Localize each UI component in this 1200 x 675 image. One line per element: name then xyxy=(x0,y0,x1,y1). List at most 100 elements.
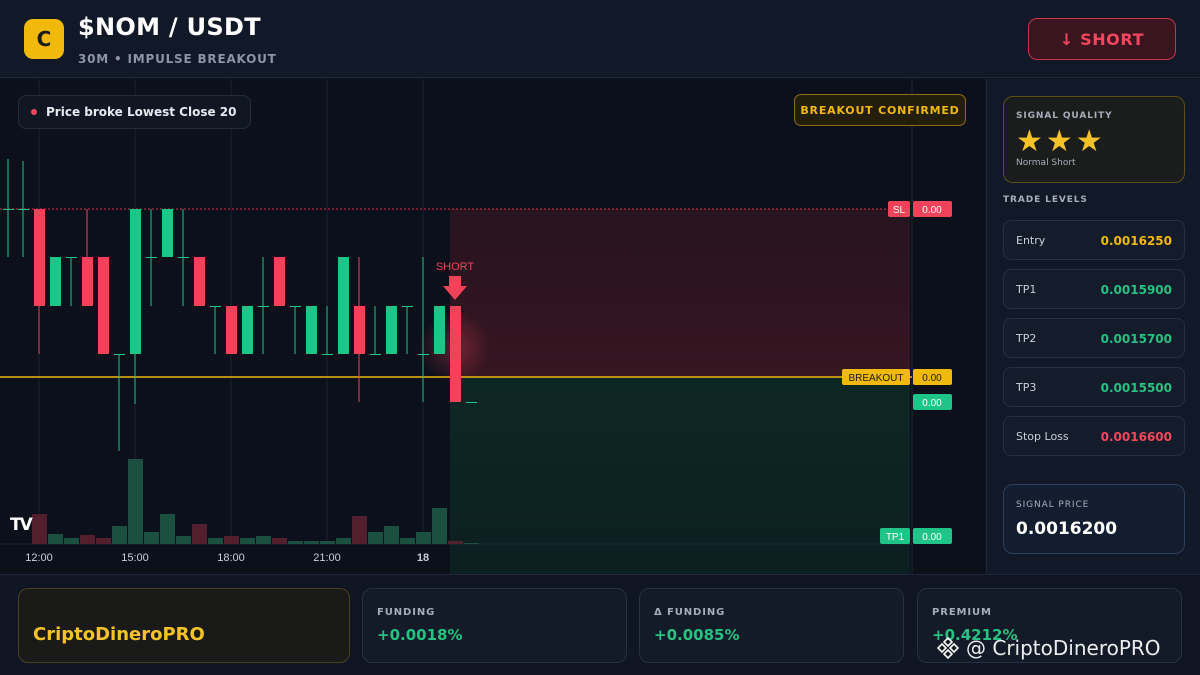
metric-value: +0.0018% xyxy=(377,626,463,644)
volume-bar xyxy=(240,538,255,544)
short-marker-label: SHORT xyxy=(436,261,475,273)
volume-bar xyxy=(128,459,143,544)
coin-logo: C xyxy=(24,19,64,59)
signal-panel: SIGNAL QUALITY ★★★ Normal Short TRADE LE… xyxy=(986,79,1200,574)
candle-body xyxy=(338,257,349,354)
tradingview-logo[interactable]: TV xyxy=(10,515,33,535)
volume-bar xyxy=(416,532,431,544)
status-dot xyxy=(31,109,37,115)
time-label: 18 xyxy=(417,552,429,564)
level-value: 0.0016600 xyxy=(1100,430,1172,444)
candle-body xyxy=(370,354,381,355)
breakout-tag-name: BREAKOUT xyxy=(848,373,903,384)
short-button[interactable]: ↓ SHORT xyxy=(1028,18,1176,60)
volume-bar xyxy=(320,541,335,544)
candle-body xyxy=(450,306,461,402)
candle-body xyxy=(242,306,253,354)
volume-bar xyxy=(32,514,47,544)
level-stop-loss: Stop Loss 0.0016600 xyxy=(1003,416,1185,456)
chart-canvas[interactable]: SHORT SL 0.00 BREAKOUT 0.00 0.00 TP1 0.0… xyxy=(0,79,985,574)
brand-card: CriptoDineroPRO xyxy=(18,588,350,663)
signal-price-value: 0.0016200 xyxy=(1016,519,1118,539)
volume-bar xyxy=(64,538,79,544)
stop-loss-zone xyxy=(450,209,910,377)
delta-funding-card: Δ FUNDING +0.0085% xyxy=(639,588,904,663)
volume-bar xyxy=(192,524,207,544)
volume-bar xyxy=(368,532,383,544)
time-label: 15:00 xyxy=(121,552,149,564)
candle-body xyxy=(290,306,301,307)
candle-body xyxy=(50,257,61,306)
candlesticks xyxy=(3,159,477,451)
candle-body xyxy=(178,257,189,258)
candle-body xyxy=(162,209,173,257)
candle-body xyxy=(466,402,477,403)
price-chart[interactable]: SHORT SL 0.00 BREAKOUT 0.00 0.00 TP1 0.0… xyxy=(0,79,985,574)
funding-card: FUNDING +0.0018% xyxy=(362,588,627,663)
candle-body xyxy=(114,354,125,355)
breakout-tag-value: 0.00 xyxy=(922,373,942,384)
candle-body xyxy=(274,257,285,306)
watermark: @ CriptoDineroPRO xyxy=(936,636,1161,660)
candle-body xyxy=(210,306,221,307)
candle-body xyxy=(354,306,365,354)
candle-body xyxy=(34,209,45,306)
pair-subtitle: 30M • IMPULSE BREAKOUT xyxy=(78,52,277,66)
trade-levels-title: TRADE LEVELS xyxy=(1003,195,1088,205)
candle-body xyxy=(418,354,429,355)
signal-reason-text: Price broke Lowest Close 20 xyxy=(46,105,237,119)
volume-bar xyxy=(176,536,191,544)
pair-title: $NOM / USDT xyxy=(78,13,261,41)
time-label: 18:00 xyxy=(217,552,245,564)
volume-bar xyxy=(208,538,223,544)
candle-body xyxy=(66,257,77,258)
metric-label: FUNDING xyxy=(377,607,436,618)
breakout-confirmed-badge: BREAKOUT CONFIRMED xyxy=(794,94,966,126)
signal-price-card: SIGNAL PRICE 0.0016200 xyxy=(1003,484,1185,554)
candle-body xyxy=(3,209,14,210)
sl-tag-name: SL xyxy=(893,205,906,216)
candle-body xyxy=(98,257,109,354)
last-price-tag: 0.00 xyxy=(922,398,942,409)
volume-bar xyxy=(384,526,399,544)
volume-bar xyxy=(144,532,159,544)
signal-price-label: SIGNAL PRICE xyxy=(1016,500,1090,510)
volume-bar xyxy=(80,535,95,544)
volume-bar xyxy=(224,536,239,544)
volume-bar xyxy=(288,541,303,544)
signal-quality-card: SIGNAL QUALITY ★★★ Normal Short xyxy=(1003,96,1185,183)
time-axis-labels: 12:00 15:00 18:00 21:00 18 xyxy=(25,552,429,564)
level-value: 0.0015500 xyxy=(1100,381,1172,395)
level-value: 0.0015700 xyxy=(1100,332,1172,346)
signal-quality-label: SIGNAL QUALITY xyxy=(1016,111,1113,121)
volume-bar xyxy=(400,538,415,544)
time-label: 12:00 xyxy=(25,552,53,564)
candle-body xyxy=(306,306,317,354)
star-rating-icons: ★★★ xyxy=(1016,124,1106,159)
level-value: 0.0016250 xyxy=(1100,234,1172,248)
signal-quality-sub: Normal Short xyxy=(1016,158,1076,168)
candle-body xyxy=(402,306,413,307)
tp1-tag-name: TP1 xyxy=(886,532,905,543)
volume-bar xyxy=(160,514,175,544)
sl-tag-value: 0.00 xyxy=(922,205,942,216)
header-bar: C $NOM / USDT 30M • IMPULSE BREAKOUT ↓ S… xyxy=(0,0,1200,78)
signal-reason-pill: Price broke Lowest Close 20 xyxy=(18,95,252,129)
volume-bar xyxy=(432,508,447,544)
candle-body xyxy=(82,257,93,306)
level-name: TP2 xyxy=(1016,332,1037,345)
volume-bar xyxy=(256,536,271,544)
candle-body xyxy=(258,306,269,307)
candle-body xyxy=(386,306,397,354)
level-name: TP1 xyxy=(1016,283,1037,296)
metric-value: +0.0085% xyxy=(654,626,740,644)
candle-body xyxy=(434,306,445,354)
volume-bar xyxy=(352,516,367,544)
volume-bar xyxy=(48,534,63,544)
tp1-tag-value: 0.00 xyxy=(922,532,942,543)
volume-bar xyxy=(304,541,319,544)
volume-bar xyxy=(272,538,287,544)
brand-name: CriptoDineroPRO xyxy=(33,624,205,645)
level-entry: Entry 0.0016250 xyxy=(1003,220,1185,260)
level-tp3: TP3 0.0015500 xyxy=(1003,367,1185,407)
